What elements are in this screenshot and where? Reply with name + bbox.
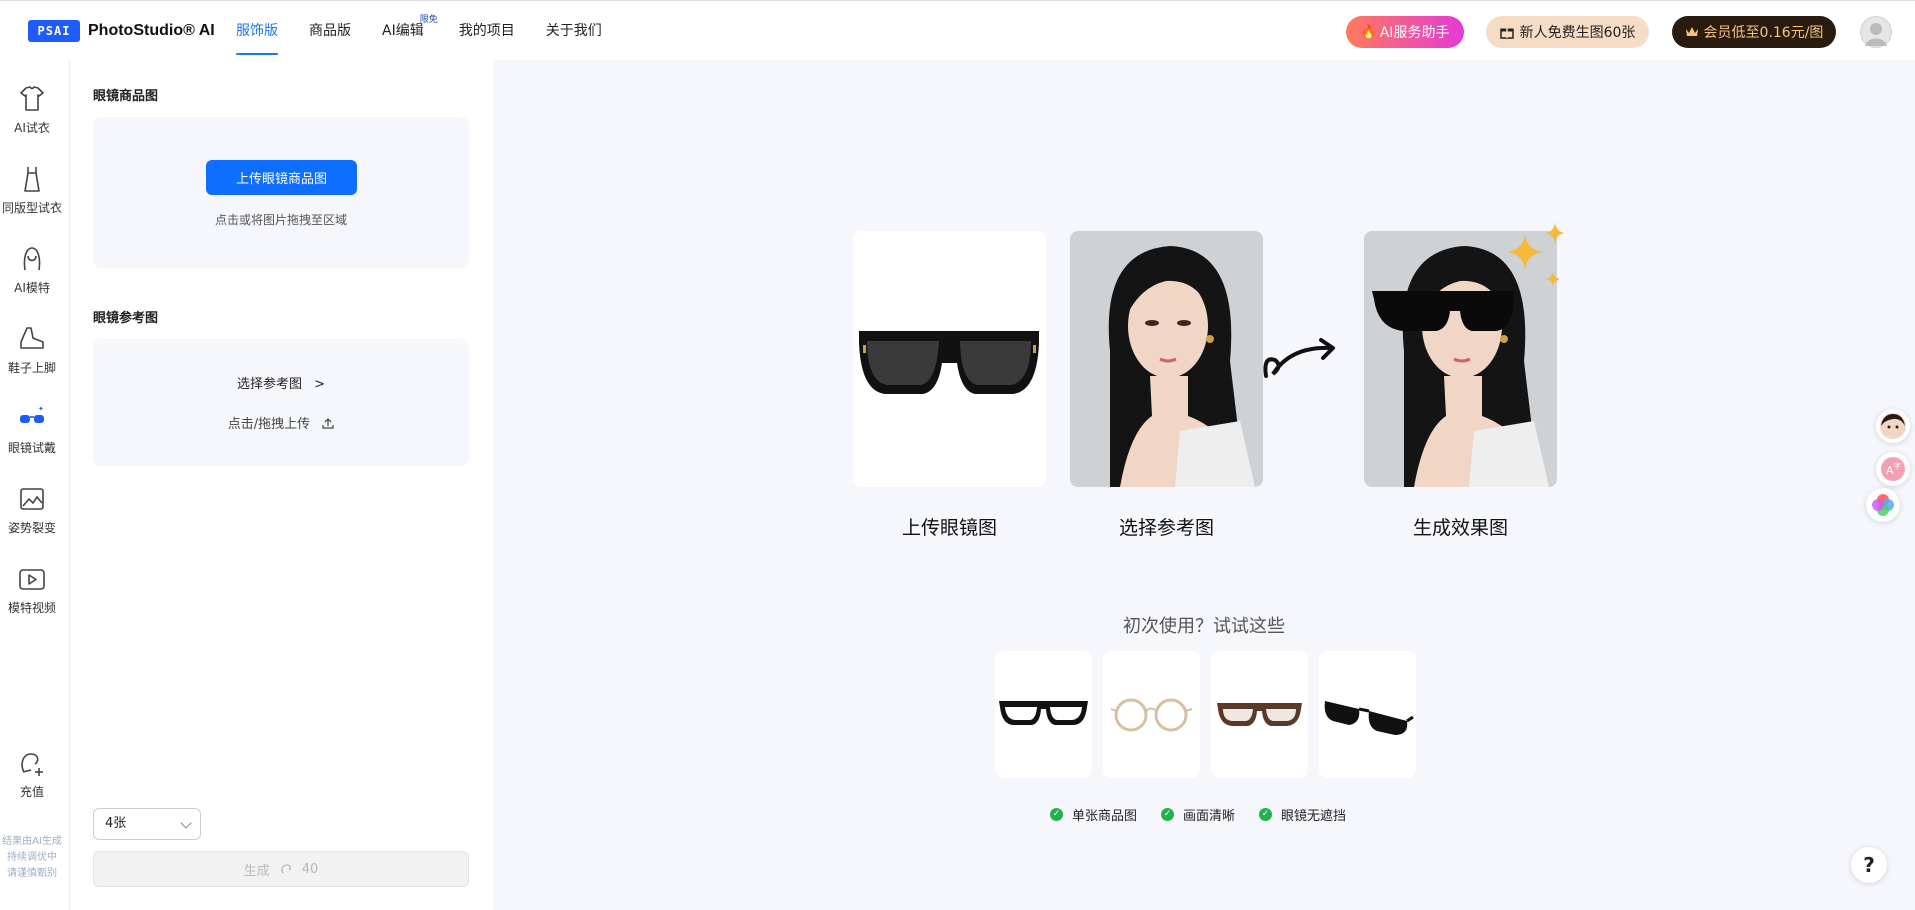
glasses-icon: ✦ [20, 405, 44, 423]
top-nav: 服饰版 商品版 AI编辑 限免 我的项目 关于我们 [236, 1, 633, 61]
svg-text:A: A [1886, 464, 1894, 477]
svg-text:✦: ✦ [38, 405, 44, 413]
question-icon: ? [1863, 853, 1875, 877]
nav-about[interactable]: 关于我们 [546, 1, 602, 61]
reference-upload-area[interactable]: 选择参考图 > 点击/拖拽上传 [93, 339, 469, 466]
try-samples-title: 初次使用？试试这些 [1123, 616, 1285, 637]
nav-product[interactable]: 商品版 [309, 1, 351, 61]
translate-button[interactable]: A字 [1876, 452, 1910, 486]
vip-button[interactable]: 会员低至0.16元/图 [1672, 16, 1836, 48]
left-sidebar: AI试衣 同版型试衣 AI模特 鞋子上脚 ✦ 眼镜试戴 姿势裂变 模特视频 充值… [0, 60, 70, 910]
pose-icon [20, 488, 44, 510]
upload-glasses-button[interactable]: 上传眼镜商品图 [206, 160, 357, 195]
help-button[interactable]: ? [1851, 847, 1887, 883]
sidebar-item-shoes[interactable]: 鞋子上脚 [0, 324, 64, 376]
logo[interactable]: PSAI PhotoStudio® AI [28, 20, 215, 42]
apps-button[interactable] [1866, 488, 1900, 522]
product-upload-area[interactable]: 上传眼镜商品图 点击或将图片拖拽至区域 [93, 117, 469, 268]
sample-tortoise-glasses-image [1217, 703, 1302, 726]
tshirt-icon [20, 86, 44, 111]
chevron-down-icon [180, 817, 192, 829]
check-icon: ✓ [1259, 808, 1273, 821]
config-panel: 眼镜商品图 上传眼镜商品图 点击或将图片拖拽至区域 眼镜参考图 选择参考图 > … [70, 60, 493, 910]
ai-disclaimer: 结果由AI生成 持续调优中 请谨慎甄别 [2, 836, 62, 879]
sample-glasses-2[interactable] [1103, 651, 1200, 778]
product-image-title: 眼镜商品图 [93, 89, 159, 104]
free-badge: 限免 [419, 15, 438, 25]
image-count-select[interactable]: 4张 [93, 808, 201, 840]
generate-button[interactable]: 生成 40 [93, 851, 469, 887]
shoe-icon [20, 327, 44, 349]
crown-icon [1685, 27, 1698, 36]
sample-glasses-3[interactable] [1211, 651, 1308, 778]
sample-black-glasses-image [999, 701, 1088, 725]
nav-apparel[interactable]: 服饰版 [236, 1, 278, 61]
example-reference-card [1070, 231, 1263, 487]
sidebar-item-recharge[interactable]: 充值 [0, 748, 64, 800]
video-icon [19, 569, 45, 590]
credit-icon [281, 864, 291, 874]
support-avatar-button[interactable] [1876, 409, 1910, 443]
sidebar-item-pose[interactable]: 姿势裂变 [0, 484, 64, 536]
main-preview: 上传眼镜图 选择参考图 生成效果图 初次使用？试试这些 ✓ 单张商品图 ✓ 画面… [493, 60, 1915, 910]
model-icon [23, 247, 41, 271]
upload-hint: 点击或将图片拖拽至区域 [214, 213, 347, 227]
sample-gold-glasses-image [1110, 698, 1193, 732]
sparkle-icon [1507, 222, 1565, 286]
requirement-item: ✓ 单张商品图 [1050, 805, 1137, 824]
sidebar-item-glasses[interactable]: ✦ 眼镜试戴 [0, 404, 64, 456]
sunglasses-image [853, 231, 1046, 487]
dress-icon [24, 167, 40, 192]
recharge-icon [21, 753, 43, 776]
sidebar-item-ai-model[interactable]: AI模特 [0, 244, 64, 296]
arrow-icon [1263, 338, 1335, 378]
sidebar-item-ai-tryon[interactable]: AI试衣 [0, 84, 64, 136]
chevron-right-icon: > [314, 377, 326, 392]
user-avatar[interactable] [1860, 16, 1892, 48]
check-icon: ✓ [1050, 808, 1063, 821]
sidebar-item-same-pattern[interactable]: 同版型试衣 [0, 164, 64, 216]
choose-reference-link[interactable]: 选择参考图 > [93, 373, 469, 392]
check-icon: ✓ [1161, 808, 1175, 821]
top-header: PSAI PhotoStudio® AI 服饰版 商品版 AI编辑 限免 我的项目… [0, 0, 1915, 60]
reference-image-title: 眼镜参考图 [93, 311, 159, 326]
translate-icon: A字 [1881, 457, 1905, 481]
logo-text: PhotoStudio® AI [88, 22, 215, 39]
requirement-item: ✓ 眼镜无遮挡 [1259, 805, 1346, 824]
nav-ai-edit[interactable]: AI编辑 限免 [382, 1, 438, 61]
sample-sunglasses-image [1324, 701, 1414, 735]
requirements-list: ✓ 单张商品图 ✓ 画面清晰 ✓ 眼镜无遮挡 [1050, 805, 1370, 824]
reference-portrait-image [1070, 231, 1263, 487]
sample-glasses-1[interactable] [995, 651, 1092, 778]
support-avatar-icon [1880, 413, 1906, 439]
flower-icon [1872, 494, 1894, 516]
ai-assistant-button[interactable]: 🔥 AI服务助手 [1346, 16, 1464, 48]
fire-icon: 🔥 [1360, 24, 1377, 40]
upload-icon [322, 418, 334, 429]
requirement-item: ✓ 画面清晰 [1161, 805, 1235, 824]
step-upload-label: 上传眼镜图 [901, 517, 997, 539]
step-result-label: 生成效果图 [1412, 517, 1508, 539]
nav-my-projects[interactable]: 我的项目 [459, 1, 515, 61]
sidebar-item-video[interactable]: 模特视频 [0, 564, 64, 616]
drag-upload-link[interactable]: 点击/拖拽上传 [93, 413, 469, 432]
new-user-free-button[interactable]: 新人免费生图60张 [1486, 16, 1649, 48]
svg-text:字: 字 [1894, 461, 1901, 470]
gift-icon [1499, 28, 1514, 39]
step-reference-label: 选择参考图 [1118, 517, 1214, 539]
sample-glasses-4[interactable] [1319, 651, 1416, 778]
example-glasses-card [853, 231, 1046, 487]
logo-badge: PSAI [28, 20, 80, 42]
